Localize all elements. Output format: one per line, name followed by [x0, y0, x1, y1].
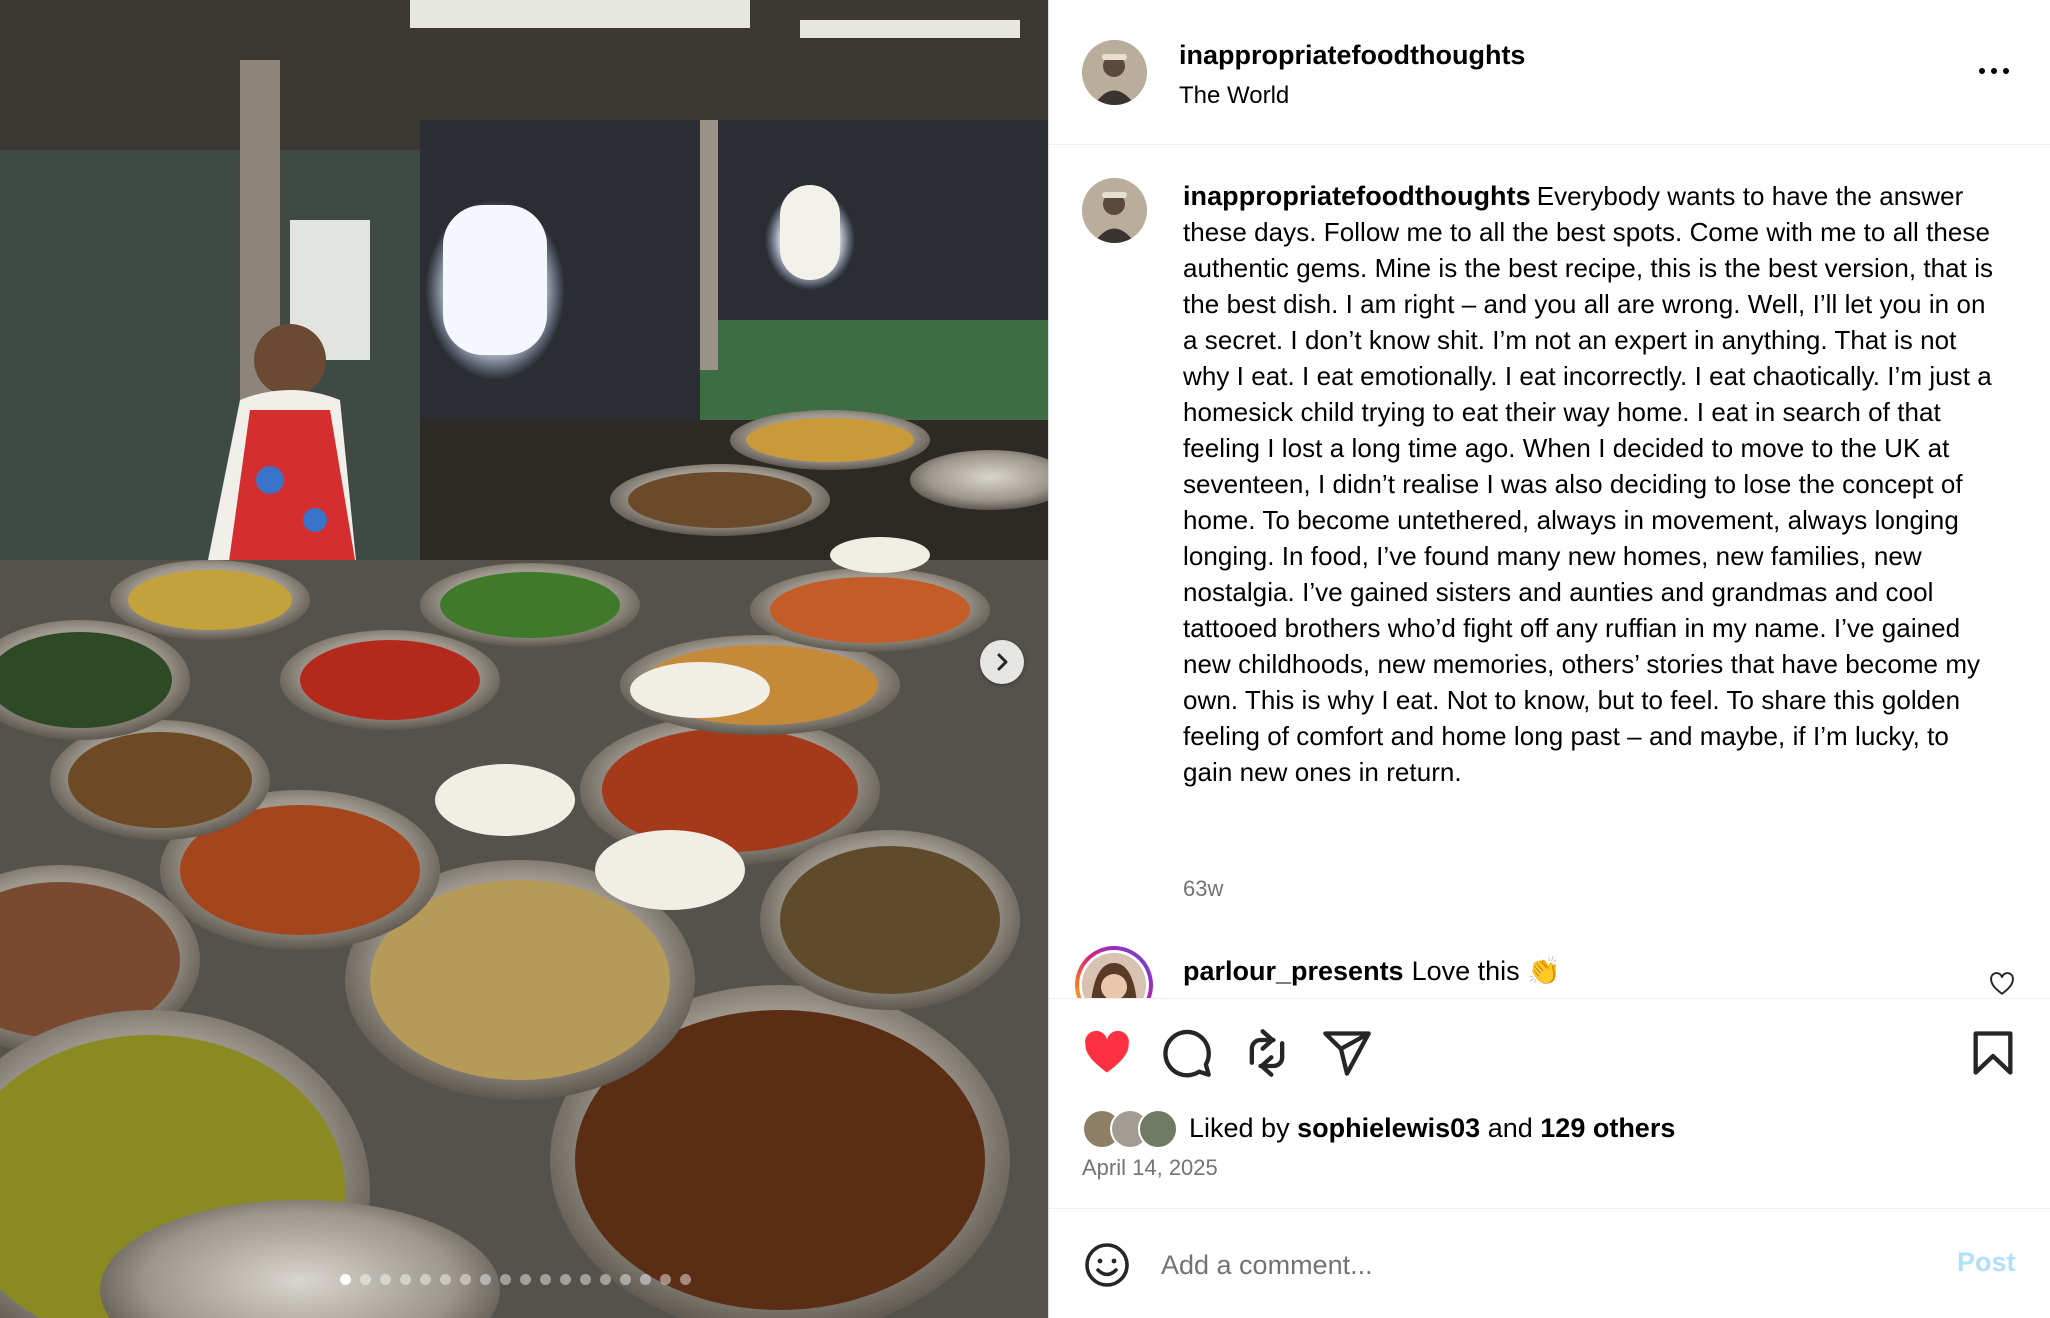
carousel-dot	[680, 1274, 691, 1285]
comment-like-icon[interactable]	[1989, 972, 2015, 996]
next-image-button[interactable]	[980, 640, 1024, 684]
carousel-dot	[400, 1274, 411, 1285]
comment-item: parlour_presents Love this 👏	[1183, 955, 1561, 987]
carousel-dot	[520, 1274, 531, 1285]
add-comment-bar: Post	[1049, 1208, 2050, 1318]
carousel-dot	[540, 1274, 551, 1285]
save-bookmark-icon[interactable]	[1967, 1027, 2019, 1079]
likes-summary[interactable]: Liked by sophielewis03 and 129 others	[1189, 1113, 1675, 1144]
comment-text: Love this 👏	[1411, 956, 1561, 986]
likes-others[interactable]: 129 others	[1540, 1113, 1675, 1143]
author-avatar[interactable]	[1082, 40, 1147, 105]
repost-icon[interactable]	[1241, 1027, 1293, 1079]
post-media[interactable]	[0, 0, 1048, 1318]
more-dot-icon	[1979, 68, 1985, 74]
carousel-dot	[600, 1274, 611, 1285]
comments-scroll-area[interactable]: inappropriatefoodthoughts Everybody wants…	[1049, 146, 2050, 998]
carousel-dot	[440, 1274, 451, 1285]
share-icon[interactable]	[1321, 1027, 1373, 1079]
likes-prefix: Liked by	[1189, 1113, 1290, 1143]
caption-text: Everybody wants to have the answer these…	[1183, 181, 1994, 787]
emoji-icon[interactable]	[1083, 1241, 1131, 1289]
caption-username[interactable]: inappropriatefoodthoughts	[1183, 181, 1531, 211]
carousel-dot	[360, 1274, 371, 1285]
carousel-dot	[560, 1274, 571, 1285]
carousel-dot	[500, 1274, 511, 1285]
carousel-dot	[380, 1274, 391, 1285]
carousel-dot	[640, 1274, 651, 1285]
caption-author-avatar[interactable]	[1082, 178, 1147, 243]
comment-icon[interactable]	[1161, 1027, 1213, 1079]
comment-username[interactable]: parlour_presents	[1183, 956, 1404, 986]
commenter-avatar[interactable]	[1075, 946, 1153, 998]
post-actions: Liked by sophielewis03 and 129 others Ap…	[1049, 998, 2050, 1208]
liker-username[interactable]: sophielewis03	[1297, 1113, 1480, 1143]
comment-input[interactable]	[1161, 1237, 1861, 1293]
carousel-dot	[660, 1274, 671, 1285]
likes-connector: and	[1487, 1113, 1533, 1143]
carousel-dot	[460, 1274, 471, 1285]
post-age[interactable]: 63w	[1183, 876, 1223, 902]
chevron-right-icon	[997, 653, 1008, 671]
more-dot-icon	[2003, 68, 2009, 74]
post-caption: inappropriatefoodthoughts Everybody wants…	[1183, 178, 2003, 790]
like-heart-icon[interactable]	[1081, 1027, 1133, 1079]
liker-avatar	[1138, 1109, 1178, 1149]
author-username[interactable]: inappropriatefoodthoughts	[1179, 40, 1525, 71]
instagram-post: inappropriatefoodthoughts The World inap…	[0, 0, 2050, 1318]
post-header: inappropriatefoodthoughts The World	[1049, 0, 2050, 145]
more-options-button[interactable]	[1969, 56, 2019, 86]
post-date[interactable]: April 14, 2025	[1082, 1155, 1218, 1181]
post-comment-button[interactable]: Post	[1957, 1247, 2016, 1278]
liked-by-avatars[interactable]	[1082, 1109, 1178, 1149]
carousel-dot	[620, 1274, 631, 1285]
carousel-dot	[580, 1274, 591, 1285]
more-dot-icon	[1991, 68, 1997, 74]
carousel-indicator	[340, 1274, 691, 1285]
post-side-panel: inappropriatefoodthoughts The World inap…	[1048, 0, 2050, 1318]
food-stall-photo	[0, 0, 1048, 1318]
carousel-dot	[480, 1274, 491, 1285]
post-location[interactable]: The World	[1179, 82, 1289, 110]
carousel-dot	[340, 1274, 351, 1285]
carousel-dot	[420, 1274, 431, 1285]
